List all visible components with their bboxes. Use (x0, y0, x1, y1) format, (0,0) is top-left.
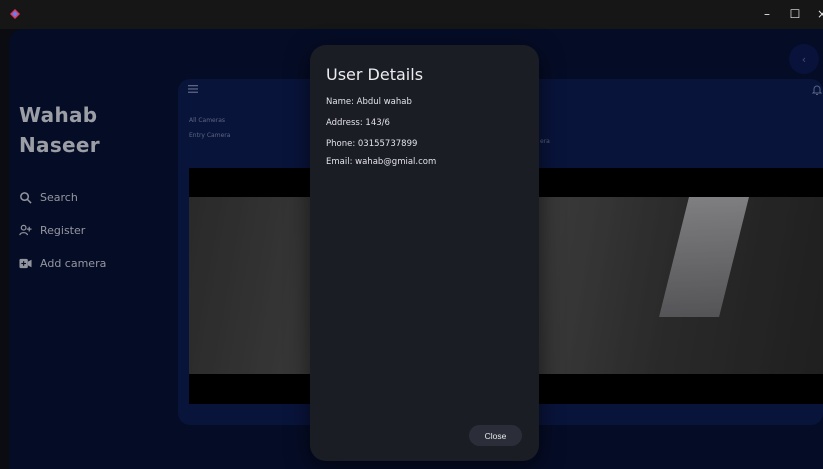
maximize-button[interactable]: ☐ (785, 6, 805, 22)
close-window-button[interactable]: × (812, 6, 823, 22)
dialog-title: User Details (326, 65, 424, 84)
user-details-dialog: User Details Name: Abdul wahab Address: … (310, 45, 539, 461)
minimize-button[interactable]: – (757, 6, 777, 22)
detail-address: Address: 143/6 (326, 118, 390, 128)
detail-email: Email: wahab@gmial.com (326, 157, 437, 167)
detail-phone: Phone: 03155737899 (326, 139, 418, 149)
window-titlebar: – ☐ × (0, 0, 823, 29)
detail-name: Name: Abdul wahab (326, 97, 412, 107)
app-logo-icon (10, 9, 20, 19)
close-button[interactable]: Close (469, 425, 522, 446)
